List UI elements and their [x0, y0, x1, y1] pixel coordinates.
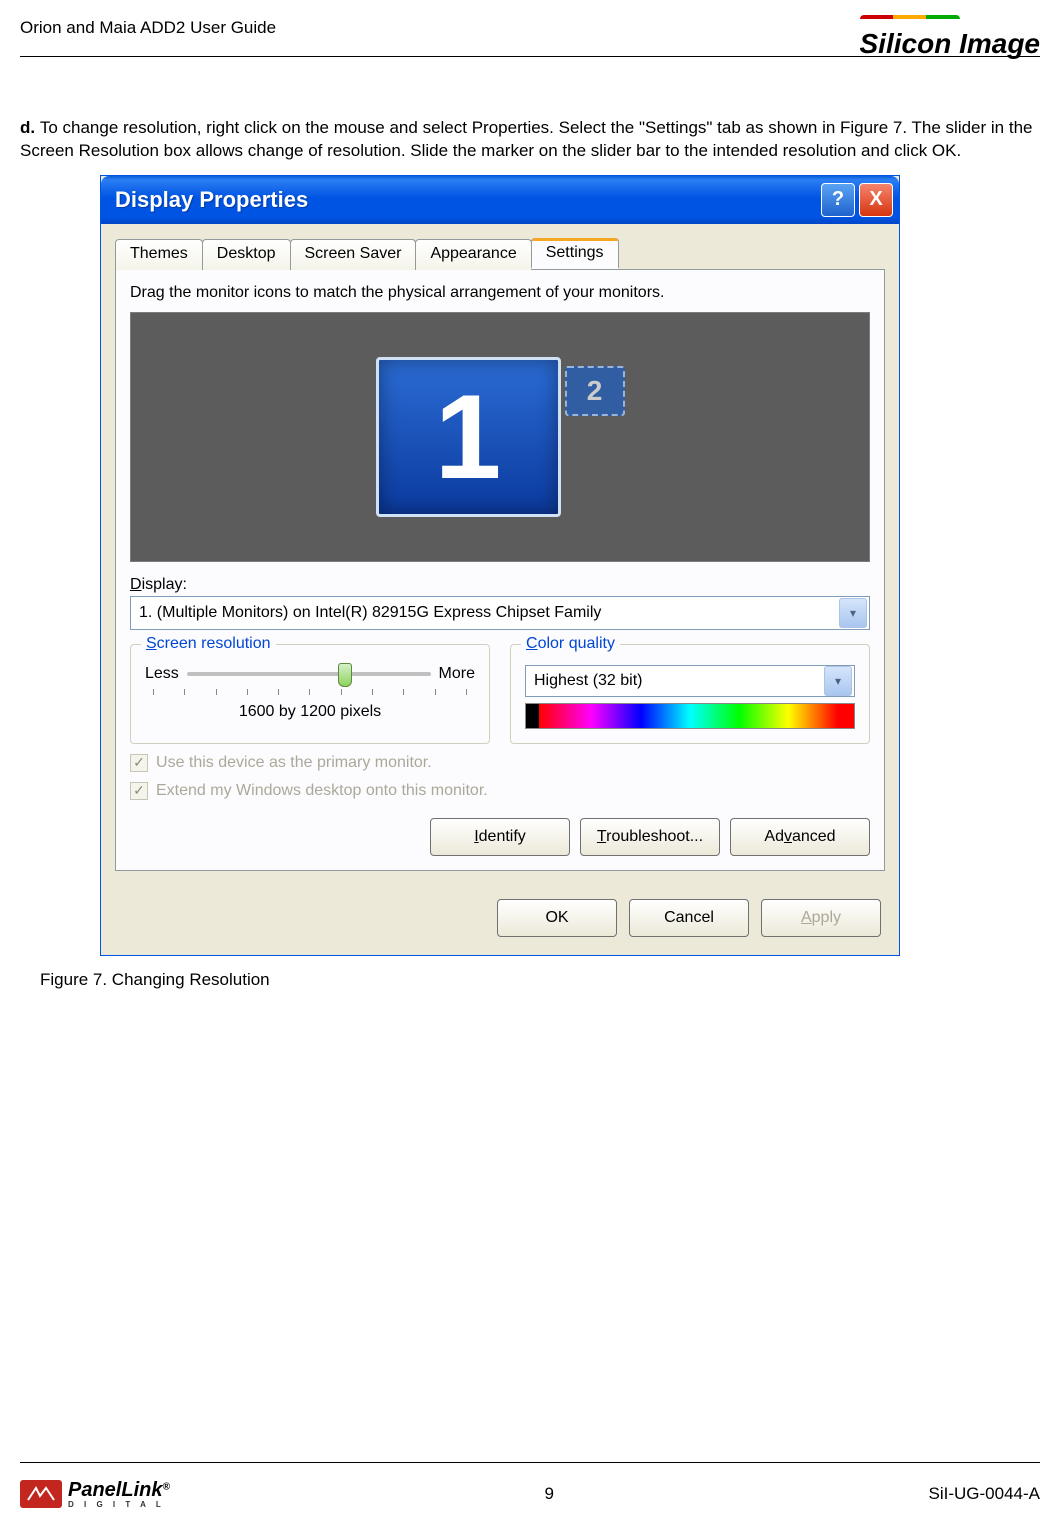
- display-properties-dialog: Display Properties ? X Themes Desktop Sc…: [100, 175, 900, 956]
- color-quality-value: Highest (32 bit): [526, 672, 822, 690]
- color-quality-group: Color quality Highest (32 bit) ▾: [510, 644, 870, 744]
- primary-monitor-checkbox-row: ✓ Use this device as the primary monitor…: [130, 754, 870, 772]
- resolution-value: 1600 by 1200 pixels: [145, 703, 475, 721]
- apply-button: Apply: [761, 899, 881, 937]
- page-number: 9: [544, 1484, 553, 1504]
- monitor-2-icon[interactable]: 2: [565, 366, 625, 416]
- panellink-badge-icon: [20, 1480, 62, 1508]
- doc-title: Orion and Maia ADD2 User Guide: [20, 18, 276, 38]
- dialog-titlebar[interactable]: Display Properties ? X: [101, 176, 899, 224]
- troubleshoot-button[interactable]: Troubleshoot...: [580, 818, 720, 856]
- footer-divider: [20, 1462, 1040, 1463]
- display-label: Display:: [130, 576, 870, 594]
- help-button[interactable]: ?: [821, 183, 855, 217]
- display-dropdown[interactable]: 1. (Multiple Monitors) on Intel(R) 82915…: [130, 596, 870, 630]
- panellink-logo: PanelLink® D I G I T A L: [20, 1479, 170, 1509]
- monitor-1-icon[interactable]: 1: [376, 357, 561, 517]
- slider-ticks: [145, 689, 475, 697]
- resolution-slider[interactable]: [187, 672, 431, 676]
- extend-desktop-checkbox-row: ✓ Extend my Windows desktop onto this mo…: [130, 782, 870, 800]
- less-label: Less: [145, 665, 179, 683]
- extend-desktop-label: Extend my Windows desktop onto this moni…: [156, 782, 488, 800]
- logo-arc-icon: [860, 15, 960, 19]
- instruction-text: d. To change resolution, right click on …: [20, 117, 1040, 163]
- advanced-button[interactable]: Advanced: [730, 818, 870, 856]
- tab-appearance[interactable]: Appearance: [415, 239, 531, 270]
- more-label: More: [439, 665, 475, 683]
- tabs-row: Themes Desktop Screen Saver Appearance S…: [101, 224, 899, 269]
- monitor-arrangement-area[interactable]: 1 2: [130, 312, 870, 562]
- silicon-image-logo: Silicon Image: [860, 0, 1041, 60]
- tab-screensaver[interactable]: Screen Saver: [290, 239, 417, 270]
- tab-desktop[interactable]: Desktop: [202, 239, 291, 270]
- identify-button[interactable]: Identify: [430, 818, 570, 856]
- screen-resolution-title: Screen resolution: [141, 635, 276, 653]
- color-quality-dropdown[interactable]: Highest (32 bit) ▾: [525, 665, 855, 697]
- settings-panel: Drag the monitor icons to match the phys…: [115, 269, 885, 871]
- color-spectrum-icon: [525, 703, 855, 729]
- screen-resolution-group: Screen resolution Less More 1600 by 1200…: [130, 644, 490, 744]
- dialog-title: Display Properties: [115, 187, 817, 213]
- cancel-button[interactable]: Cancel: [629, 899, 749, 937]
- slider-thumb[interactable]: [338, 663, 352, 687]
- primary-monitor-checkbox: ✓: [130, 754, 148, 772]
- extend-desktop-checkbox: ✓: [130, 782, 148, 800]
- color-quality-title: Color quality: [521, 635, 620, 653]
- figure-caption: Figure 7. Changing Resolution: [40, 970, 1040, 990]
- chevron-down-icon[interactable]: ▾: [839, 598, 867, 628]
- ok-button[interactable]: OK: [497, 899, 617, 937]
- display-value: 1. (Multiple Monitors) on Intel(R) 82915…: [131, 604, 837, 622]
- primary-monitor-label: Use this device as the primary monitor.: [156, 754, 432, 772]
- drag-hint: Drag the monitor icons to match the phys…: [130, 284, 870, 302]
- close-button[interactable]: X: [859, 183, 893, 217]
- tab-settings[interactable]: Settings: [531, 238, 619, 269]
- tab-themes[interactable]: Themes: [115, 239, 203, 270]
- document-number: SiI-UG-0044-A: [929, 1484, 1040, 1504]
- chevron-down-icon[interactable]: ▾: [824, 666, 852, 696]
